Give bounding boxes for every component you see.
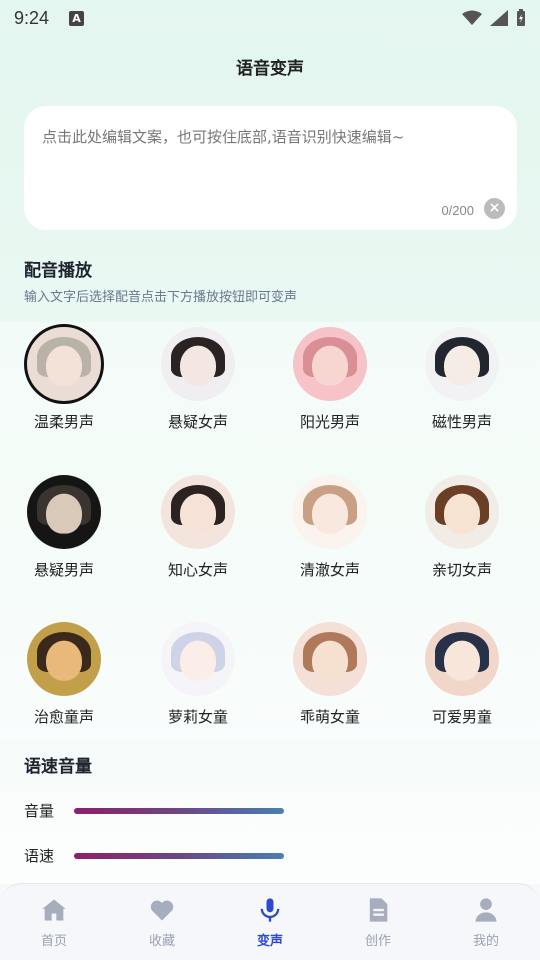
- signal-icon: [490, 10, 508, 26]
- tab-voice-change[interactable]: 变声: [216, 884, 324, 960]
- voice-avatar: [293, 475, 367, 549]
- avatar-face: [46, 345, 82, 386]
- voice-avatar: [161, 475, 235, 549]
- dubbing-section-subtitle: 输入文字后选择配音点击下方播放按钮即可变声: [24, 290, 298, 305]
- avatar-face: [180, 345, 216, 386]
- voice-avatar: [24, 324, 104, 404]
- avatar-face: [46, 640, 82, 681]
- clear-text-button[interactable]: ×: [484, 198, 505, 219]
- voice-option[interactable]: 可爱男童: [402, 622, 522, 727]
- voice-grid: 温柔男声 悬疑女声 阳光男声 磁性男声悬疑男声 知心女声 清澈女声 亲切女声治愈童声 萝莉女童…: [0, 322, 540, 740]
- user-icon: [475, 898, 497, 922]
- voice-avatar: [27, 622, 101, 696]
- volume-slider[interactable]: [74, 807, 284, 814]
- heart-icon: [150, 900, 174, 921]
- voice-label: 萝莉女童: [167, 708, 228, 726]
- home-icon: [42, 899, 66, 921]
- status-bar: 9:24 A: [0, 0, 540, 36]
- voice-avatar: [293, 622, 367, 696]
- tab-label-voice-change: 变声: [256, 934, 283, 949]
- tab-profile[interactable]: 我的: [432, 884, 540, 960]
- voice-label: 清澈女声: [299, 561, 360, 579]
- voice-option[interactable]: 温柔男声: [4, 324, 124, 432]
- avatar-face: [312, 640, 348, 681]
- avatar-face: [312, 493, 348, 534]
- tab-label-profile: 我的: [472, 934, 499, 949]
- editor-placeholder: 点击此处编辑文案，也可按住底部,语音识别快速编辑~: [42, 128, 405, 146]
- avatar-face: [180, 640, 216, 681]
- battery-icon: [517, 9, 525, 26]
- tab-label-create: 创作: [364, 934, 391, 949]
- voice-option[interactable]: 悬疑男声: [4, 475, 124, 580]
- volume-label: 音量: [24, 802, 55, 820]
- voice-option[interactable]: 乖萌女童: [270, 622, 390, 727]
- speed-volume-title: 语速音量: [24, 757, 92, 777]
- slider-area: 音量 语速: [0, 792, 540, 884]
- speed-row: 语速: [24, 845, 284, 866]
- bottom-tab-bar: 首页 收藏 变声 创作 我的: [0, 883, 540, 960]
- avatar-face: [444, 640, 480, 681]
- voice-avatar: [161, 622, 235, 696]
- voice-avatar: [161, 327, 235, 401]
- character-counter: 0/200: [441, 203, 474, 218]
- voice-avatar: [425, 622, 499, 696]
- microphone-icon: [260, 898, 280, 922]
- status-time: 9:24: [14, 7, 50, 28]
- voice-label: 悬疑男声: [33, 561, 94, 579]
- dubbing-section-title: 配音播放: [24, 261, 92, 281]
- voice-option[interactable]: 磁性男声: [402, 327, 522, 432]
- text-editor[interactable]: 点击此处编辑文案，也可按住底部,语音识别快速编辑~ 0/200 ×: [24, 106, 517, 230]
- voice-option[interactable]: 阳光男声: [270, 327, 390, 432]
- document-icon: [369, 898, 388, 922]
- voice-option[interactable]: 知心女声: [138, 475, 258, 580]
- tab-favorites[interactable]: 收藏: [108, 884, 216, 960]
- voice-avatar: [425, 475, 499, 549]
- voice-label: 治愈童声: [33, 708, 94, 726]
- close-icon: ×: [488, 200, 501, 216]
- speed-slider[interactable]: [74, 852, 284, 859]
- voice-avatar: [425, 327, 499, 401]
- voice-label: 知心女声: [167, 561, 228, 579]
- voice-label: 亲切女声: [431, 561, 492, 579]
- avatar-face: [180, 493, 216, 534]
- tab-label-favorites: 收藏: [148, 934, 175, 949]
- voice-option[interactable]: 清澈女声: [270, 475, 390, 580]
- system-icons: [462, 9, 526, 27]
- voice-label: 磁性男声: [431, 413, 492, 431]
- volume-row: 音量: [24, 800, 284, 821]
- voice-option[interactable]: 萝莉女童: [138, 622, 258, 727]
- voice-option[interactable]: 悬疑女声: [138, 327, 258, 432]
- voice-avatar: [27, 475, 101, 549]
- voice-label: 乖萌女童: [299, 708, 360, 726]
- voice-label: 悬疑女声: [167, 413, 228, 431]
- voice-label: 可爱男童: [431, 708, 492, 726]
- voice-label: 阳光男声: [299, 413, 360, 431]
- tab-home[interactable]: 首页: [0, 884, 108, 960]
- voice-option[interactable]: 治愈童声: [4, 622, 124, 727]
- voice-avatar: [293, 327, 367, 401]
- avatar-face: [444, 493, 480, 534]
- avatar-face: [444, 345, 480, 386]
- voice-option[interactable]: 亲切女声: [402, 475, 522, 580]
- wifi-icon: [462, 10, 482, 25]
- tab-label-home: 首页: [40, 934, 67, 949]
- speed-label: 语速: [24, 847, 55, 865]
- page-title: 语音变声: [236, 59, 304, 79]
- avatar-face: [46, 493, 82, 534]
- avatar-face: [312, 345, 348, 386]
- voice-label: 温柔男声: [33, 413, 94, 431]
- tab-create[interactable]: 创作: [324, 884, 432, 960]
- accessibility-a-icon: A: [69, 10, 85, 26]
